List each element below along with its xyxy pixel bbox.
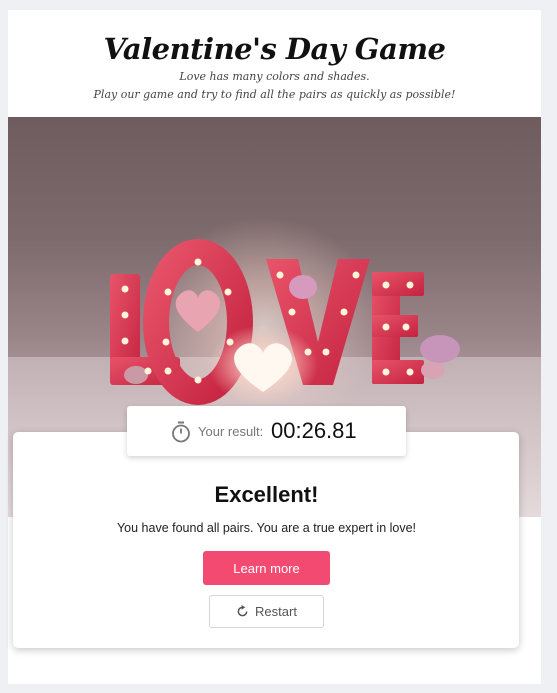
result-timer-box: Your result: 00:26.81 xyxy=(127,406,406,456)
subtitle-line-1: Love has many colors and shades. xyxy=(179,70,370,83)
subtitle-line-2: Play our game and try to find all the pa… xyxy=(93,88,456,101)
result-label: Your result: xyxy=(198,424,264,439)
result-time: 00:26.81 xyxy=(271,418,357,443)
restart-button[interactable]: Restart xyxy=(209,595,324,628)
refresh-icon xyxy=(237,605,248,617)
result-headline: Excellent! xyxy=(214,482,319,507)
learn-more-button[interactable]: Learn more xyxy=(203,551,330,585)
stopwatch-icon xyxy=(172,421,190,443)
restart-label: Restart xyxy=(255,604,297,619)
result-message: You have found all pairs. You are a true… xyxy=(116,521,417,535)
page-title: Valentine's Day Game xyxy=(103,32,446,66)
